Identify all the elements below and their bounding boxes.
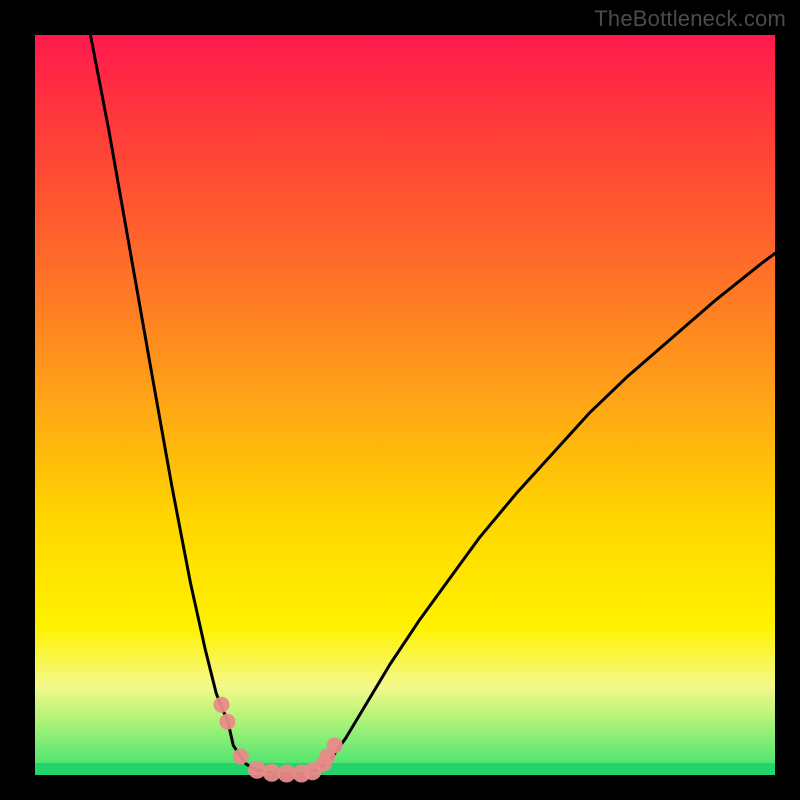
marker-cluster-valley — [248, 761, 322, 783]
chart-frame: TheBottleneck.com — [0, 0, 800, 800]
marker-dot — [248, 761, 266, 779]
marker-dot — [233, 749, 249, 765]
marker-dot — [327, 737, 343, 753]
marker-dot — [214, 697, 230, 713]
curve-svg — [35, 35, 775, 775]
plot-area — [35, 35, 775, 775]
bottleneck-curve — [91, 35, 776, 774]
marker-dot — [219, 714, 235, 730]
marker-cluster-right — [316, 737, 343, 772]
attribution-text: TheBottleneck.com — [594, 6, 786, 32]
